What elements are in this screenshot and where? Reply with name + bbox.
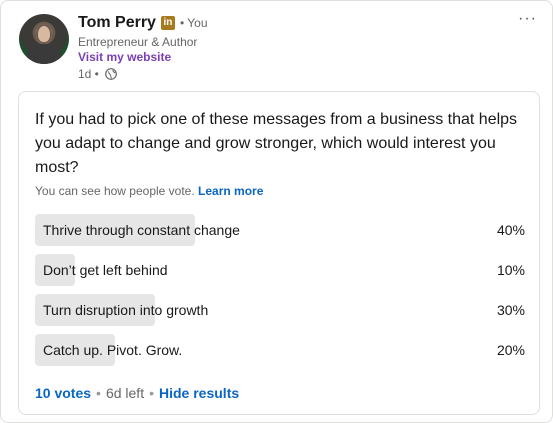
globe-icon [104,68,117,80]
poll-option-percent: 10% [496,262,525,278]
linkedin-premium-icon: in [160,16,175,30]
poll-option-label: Turn disruption into growth [43,302,209,318]
more-menu-icon[interactable]: ··· [518,10,537,28]
poll-option-percent: 40% [496,222,525,238]
poll-option: Catch up. Pivot. Grow. 20% [35,334,525,366]
hide-results-button[interactable]: Hide results [159,385,239,401]
poll-option-label: Thrive through constant change [43,222,240,238]
author-headline: Entrepreneur & Author [78,35,198,49]
poll-question: If you had to pick one of these messages… [35,111,518,176]
avatar[interactable] [19,14,69,64]
poll-option-label: Catch up. Pivot. Grow. [43,342,183,358]
avatar-face [36,24,52,44]
you-label: • You [179,16,208,30]
poll-option-percent: 30% [496,302,525,318]
poll-card: If you had to pick one of these messages… [18,91,540,415]
avatar-body [27,44,61,64]
poll-option: Don’t get left behind 10% [35,254,525,286]
poll-option: Thrive through constant change 40% [35,214,525,246]
time-left: 6d left [105,385,145,401]
separator-dot: • [149,385,154,401]
poll-option-percent: 20% [496,342,525,358]
visibility-text: You can see how people vote. [35,184,195,198]
learn-more-link[interactable]: Learn more [198,184,263,198]
poll-option-label: Don’t get left behind [43,262,168,278]
website-link[interactable]: Visit my website [78,50,171,64]
poll-visibility: You can see how people vote. Learn more [35,184,263,198]
author-name[interactable]: Tom Perry [78,14,156,32]
post-time: 1d • [78,67,99,81]
votes-link[interactable]: 10 votes [35,385,91,401]
poll-option: Turn disruption into growth 30% [35,294,525,326]
author-row: Tom Perry in • You [78,14,208,32]
poll-footer: 10 votes • 6d left • Hide results [35,385,239,401]
post-card: Tom Perry in • You Entrepreneur & Author… [0,0,553,423]
post-meta: 1d • [78,67,117,81]
separator-dot: • [96,385,101,401]
